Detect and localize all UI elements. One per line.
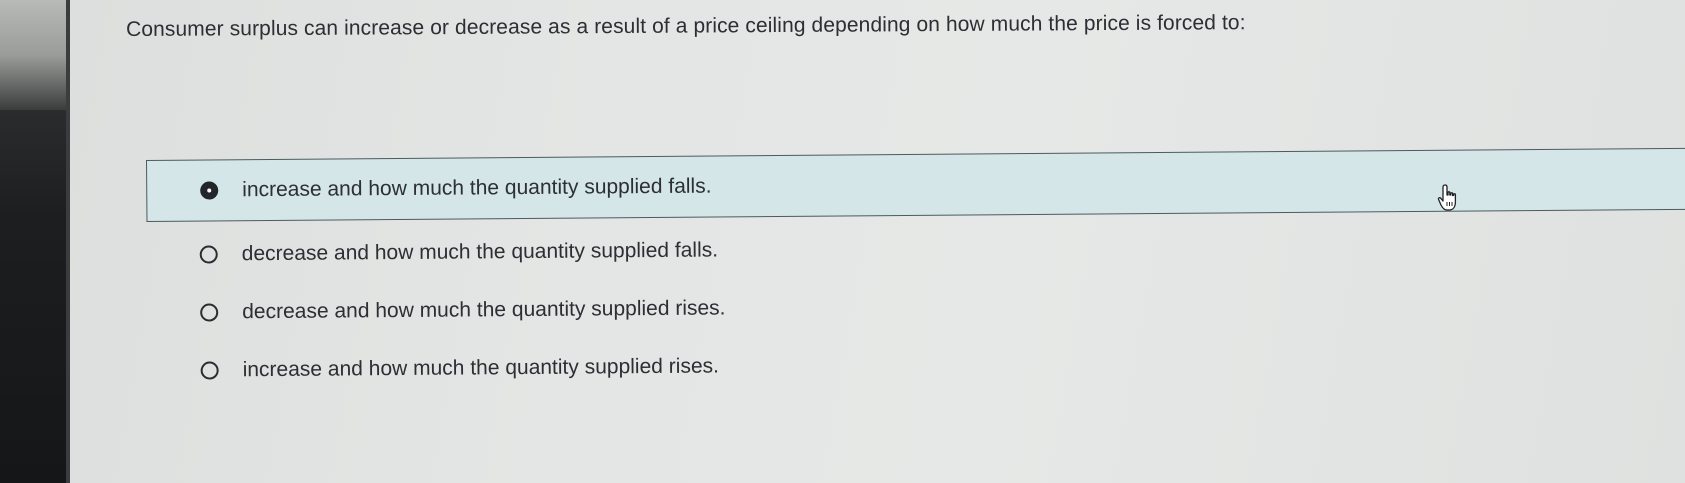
option-label: increase and how much the quantity suppl…: [242, 354, 720, 382]
question-text: Consumer surplus can increase or decreas…: [126, 11, 1246, 41]
radio-icon[interactable]: [199, 245, 218, 264]
bezel-glare: [0, 0, 70, 110]
radio-icon[interactable]: [200, 361, 219, 380]
radio-selected-icon[interactable]: [200, 181, 219, 200]
option-label: decrease and how much the quantity suppl…: [241, 238, 719, 266]
screen-bezel: [0, 0, 70, 483]
option-label: increase and how much the quantity suppl…: [242, 174, 712, 202]
option-label: decrease and how much the quantity suppl…: [242, 296, 726, 324]
hand-pointer-icon: [1437, 184, 1457, 211]
bezel-edge: [66, 0, 70, 483]
radio-icon[interactable]: [200, 303, 219, 322]
option-4[interactable]: increase and how much the quantity suppl…: [147, 330, 1685, 400]
